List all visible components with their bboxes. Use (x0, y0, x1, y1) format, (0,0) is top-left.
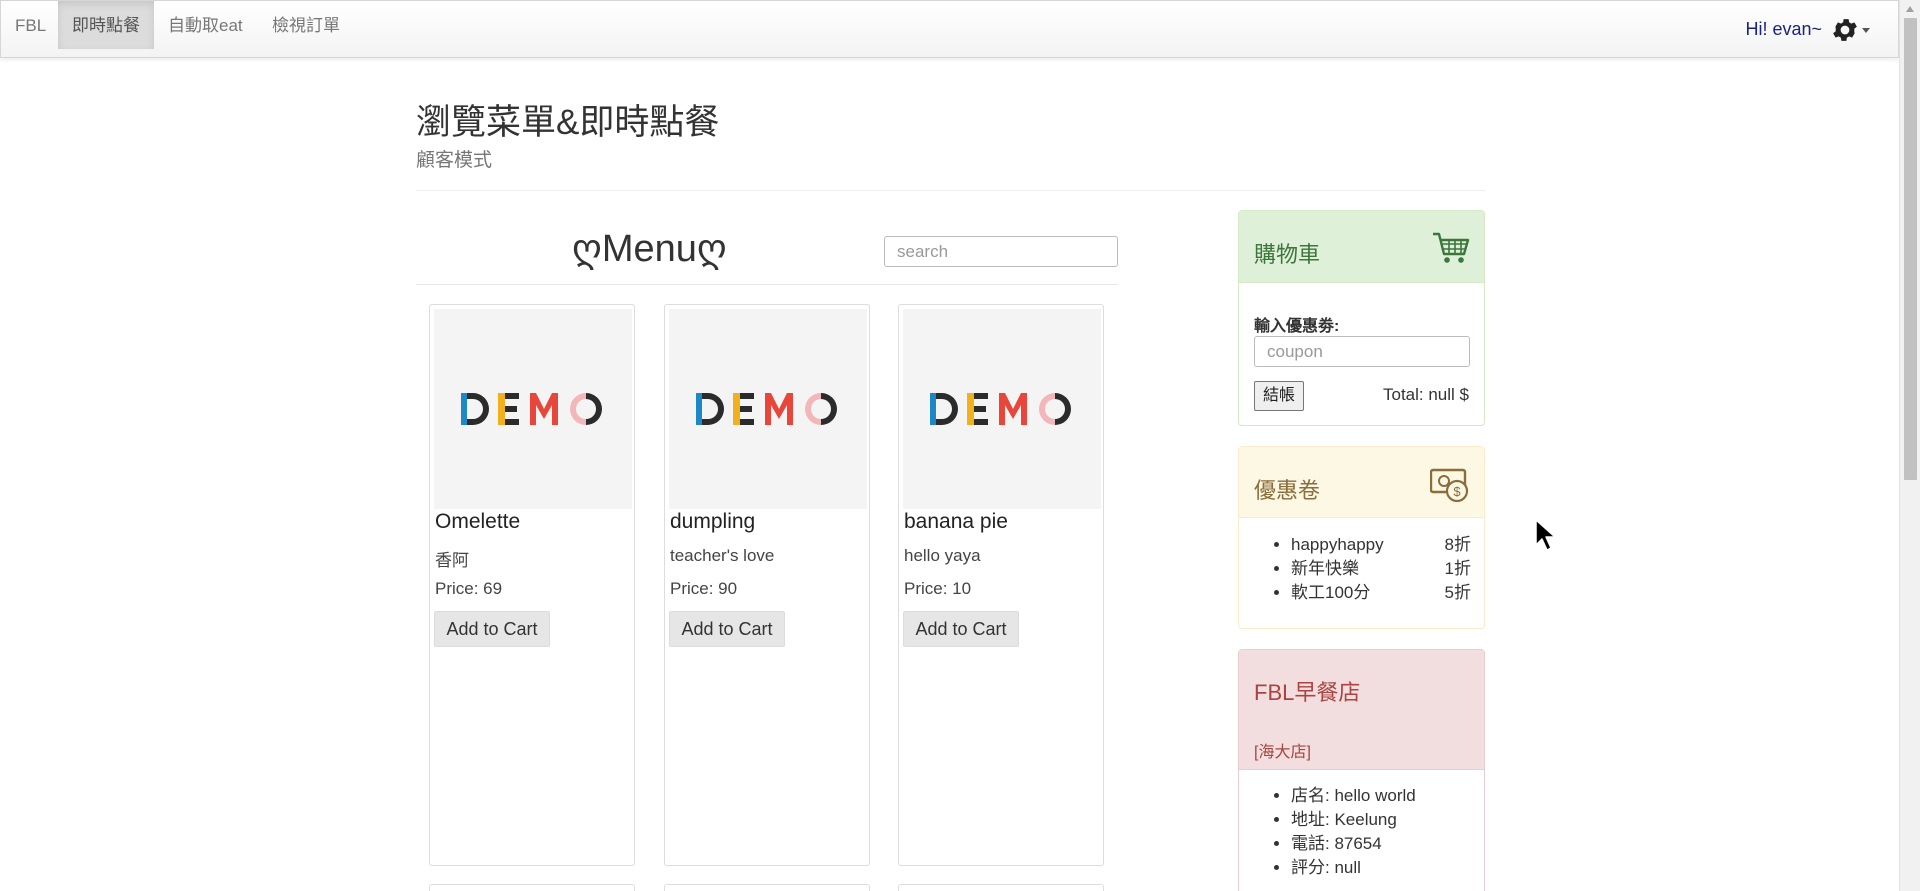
coupon-item: 新年快樂 1折 (1291, 557, 1471, 581)
product-image (434, 309, 632, 509)
store-panel-header: FBL早餐店 [海大店] (1239, 650, 1484, 770)
coupons-panel: 優惠卷 $ happyhappy 8折 新年快樂 1折 軟工100分 5折 (1238, 446, 1485, 629)
coupon-name: 新年快樂 (1291, 559, 1359, 578)
coupon-list: happyhappy 8折 新年快樂 1折 軟工100分 5折 (1291, 533, 1471, 605)
store-detail-name: 店名: hello world (1291, 784, 1416, 808)
page-scrollbar[interactable] (1899, 0, 1920, 891)
cart-panel-header: 購物車 (1239, 211, 1484, 283)
user-greeting[interactable]: Hi! evan~ (1745, 1, 1822, 57)
nav-item-view-orders[interactable]: 檢視訂單 (258, 1, 354, 49)
top-navbar: FBL 即時點餐 自動取eat 檢視訂單 Hi! evan~ (0, 0, 1899, 58)
add-to-cart-button[interactable]: Add to Cart (434, 611, 550, 647)
product-image (903, 309, 1101, 509)
product-card-next-row (429, 884, 635, 891)
menu-divider (416, 284, 1118, 285)
product-card-next-row (664, 884, 870, 891)
product-description: 香阿 (435, 551, 469, 570)
shopping-cart-panel: 購物車 輸入優惠劵: 結帳 Total: null $ (1238, 210, 1485, 426)
header-divider (416, 190, 1485, 191)
coupon-discount: 5折 (1444, 583, 1471, 602)
product-description: teacher's love (670, 546, 775, 565)
store-detail-address: 地址: Keelung (1291, 808, 1416, 832)
coupon-input-label: 輸入優惠劵: (1254, 318, 1340, 335)
store-detail-rating: 評分: null (1291, 856, 1416, 880)
store-info-panel: FBL早餐店 [海大店] 店名: hello world 地址: Keelung… (1238, 649, 1485, 891)
product-price: Price: 10 (904, 579, 972, 598)
coupon-input[interactable] (1254, 336, 1470, 367)
shopping-cart-icon (1433, 232, 1470, 263)
store-name-title: FBL早餐店 (1254, 680, 1361, 705)
store-details-list: 店名: hello world 地址: Keelung 電話: 87654 評分… (1291, 784, 1416, 880)
scrollbar-thumb[interactable] (1904, 18, 1917, 480)
coupon-name: 軟工100分 (1291, 583, 1371, 602)
add-to-cart-button[interactable]: Add to Cart (903, 611, 1019, 647)
page-title: 瀏覽菜單&即時點餐 (416, 103, 720, 142)
nav-brand[interactable]: FBL (1, 1, 60, 49)
nav-item-auto-pickup[interactable]: 自動取eat (154, 1, 257, 49)
chevron-down-icon[interactable] (1862, 28, 1870, 33)
demo-logo-icon (696, 393, 837, 425)
gear-icon[interactable] (1830, 15, 1860, 45)
demo-logo-icon (930, 393, 1071, 425)
add-to-cart-button[interactable]: Add to Cart (669, 611, 785, 647)
demo-logo-icon (461, 393, 602, 425)
product-card-next-row (898, 884, 1104, 891)
product-description: hello yaya (904, 546, 981, 565)
store-detail-phone: 電話: 87654 (1291, 832, 1416, 856)
cart-panel-title: 購物車 (1254, 242, 1321, 267)
search-input[interactable] (884, 236, 1118, 267)
product-card: Omelette 香阿 Price: 69 Add to Cart (429, 304, 635, 866)
product-name: dumpling (670, 510, 756, 533)
cart-total: Total: null $ (1383, 385, 1469, 404)
scroll-up-arrow-icon[interactable] (1906, 6, 1914, 12)
svg-text:$: $ (1453, 484, 1461, 499)
product-image (669, 309, 867, 509)
checkout-button[interactable]: 結帳 (1254, 381, 1304, 411)
coupons-panel-title: 優惠卷 (1254, 478, 1321, 503)
money-icon: $ (1430, 468, 1469, 503)
product-card: banana pie hello yaya Price: 10 Add to C… (898, 304, 1104, 866)
product-card: dumpling teacher's love Price: 90 Add to… (664, 304, 870, 866)
coupon-discount: 1折 (1444, 559, 1471, 578)
coupon-item: 軟工100分 5折 (1291, 581, 1471, 605)
nav-item-instant-order[interactable]: 即時點餐 (58, 1, 154, 49)
store-branch: [海大店] (1254, 744, 1311, 761)
mouse-cursor-icon (1535, 519, 1556, 551)
product-name: banana pie (904, 510, 1008, 533)
coupon-discount: 8折 (1444, 535, 1471, 554)
product-price: Price: 90 (670, 579, 738, 598)
coupons-panel-header: 優惠卷 $ (1239, 447, 1484, 518)
page-subtitle: 顧客模式 (416, 150, 493, 171)
coupon-item: happyhappy 8折 (1291, 533, 1471, 557)
product-name: Omelette (435, 510, 521, 533)
coupon-name: happyhappy (1291, 535, 1384, 554)
menu-title: ღMenuღ (572, 228, 727, 270)
product-price: Price: 69 (435, 579, 503, 598)
